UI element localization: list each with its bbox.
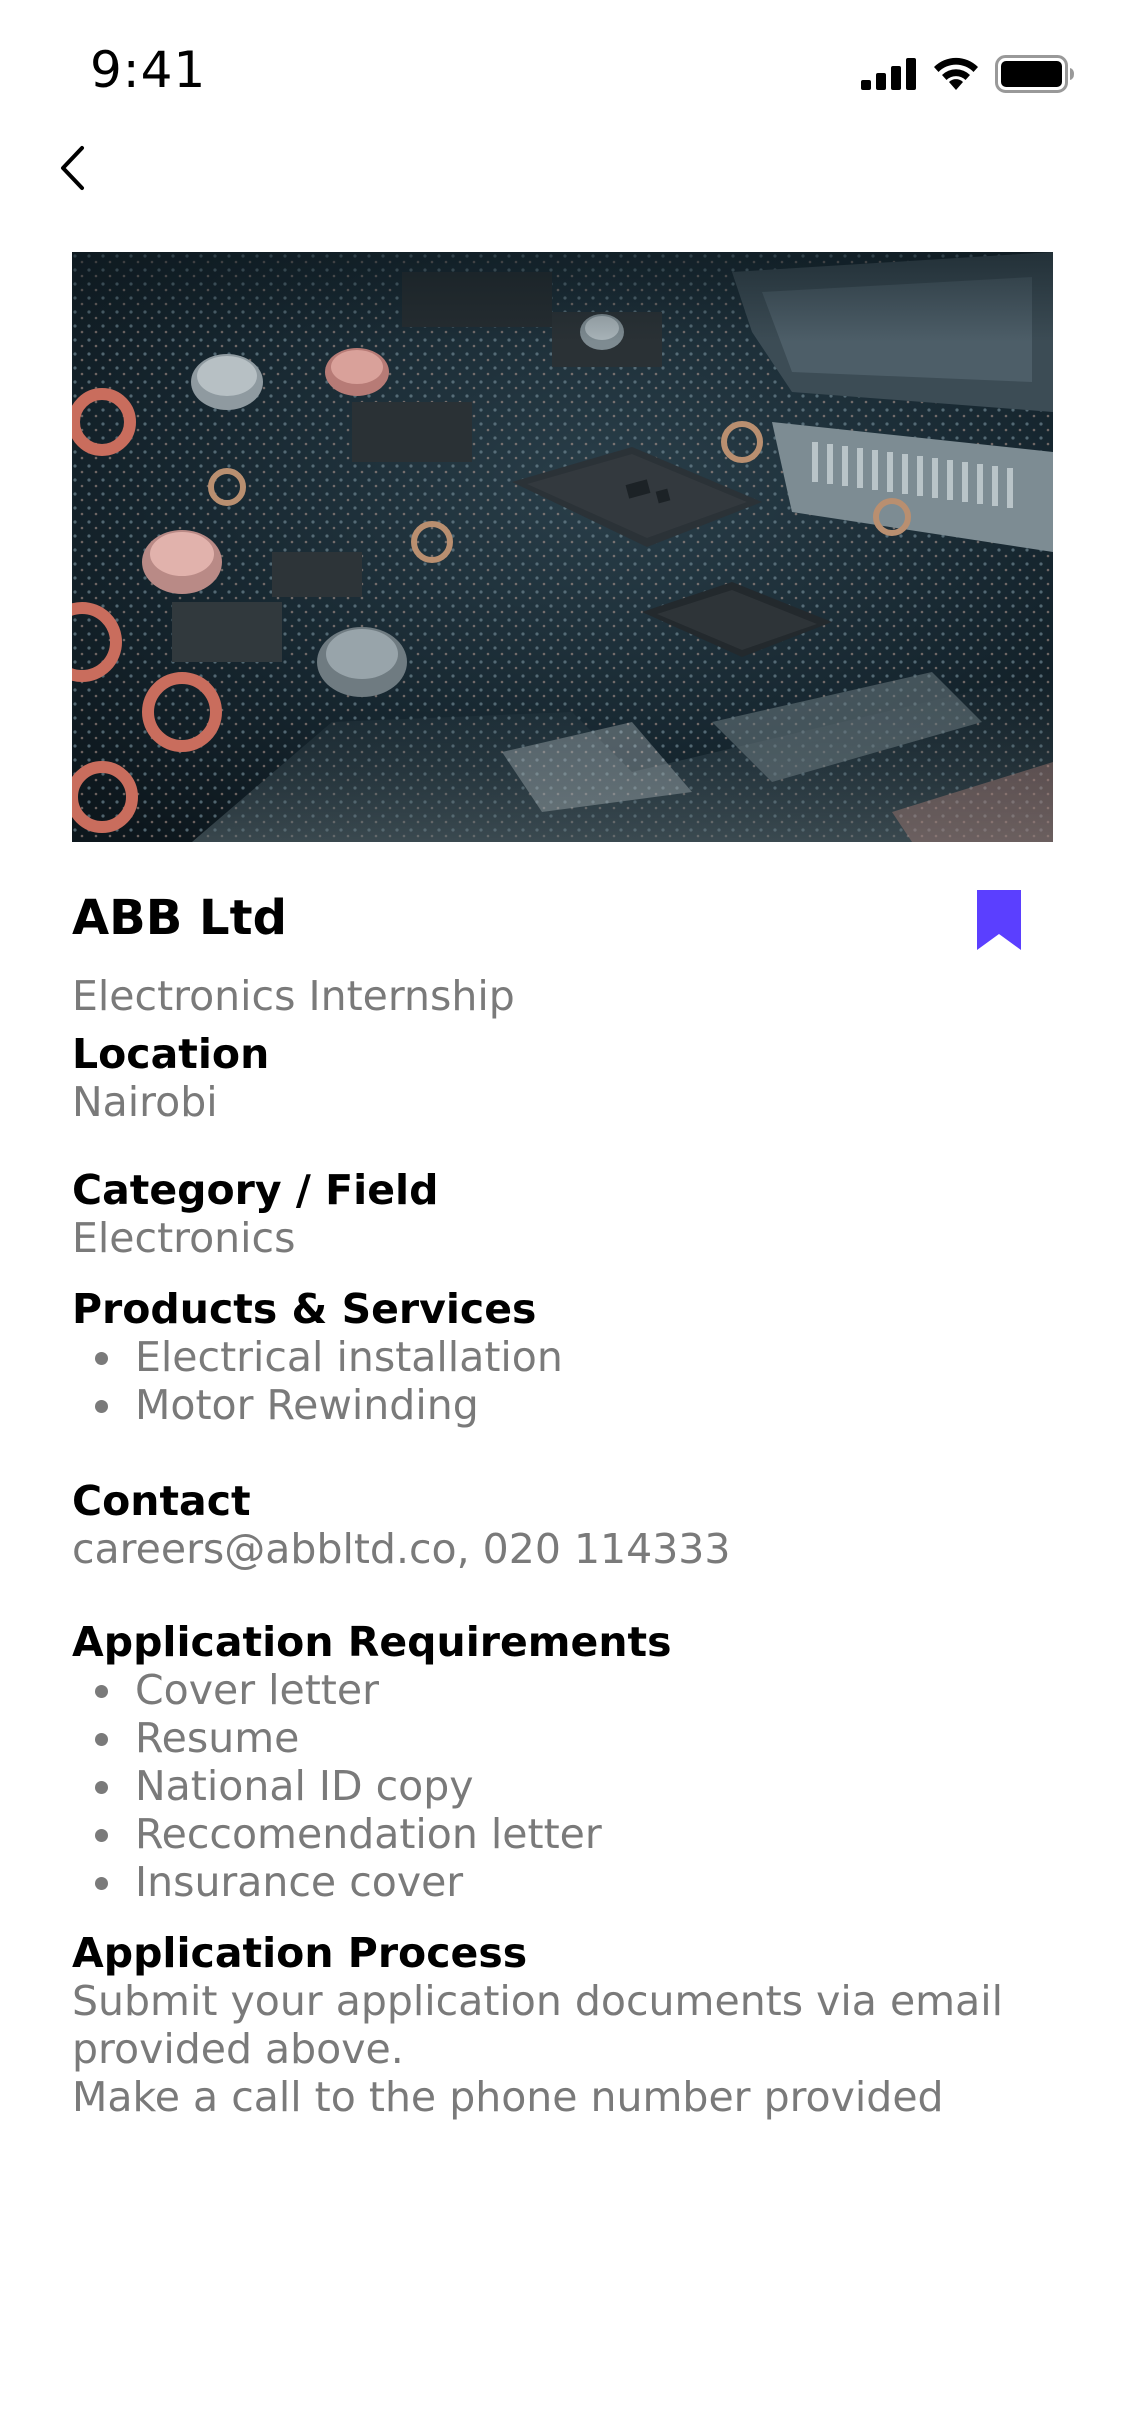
list-item: National ID copy — [95, 1762, 1053, 1810]
bookmark-icon — [977, 890, 1021, 954]
contact-section: Contact careers@abbltd.co, 020 114333 — [72, 1477, 1053, 1573]
products-list: Electrical installation Motor Rewinding — [72, 1333, 1053, 1429]
process-line: Submit your application documents via em… — [72, 1977, 1004, 2025]
category-value: Electronics — [72, 1214, 296, 1262]
requirements-section: Application Requirements Cover letter Re… — [72, 1618, 1053, 1906]
list-item: Reccomendation letter — [95, 1810, 1053, 1858]
process-section: Application Process Submit your applicat… — [72, 1929, 1053, 2121]
status-time: 9:41 — [90, 41, 207, 99]
list-item: Electrical installation — [95, 1333, 1053, 1381]
bookmark-button[interactable] — [977, 890, 1021, 950]
location-value: Nairobi — [72, 1078, 218, 1126]
contact-title: Contact — [72, 1477, 251, 1525]
process-line: provided above. — [72, 2025, 404, 2073]
category-title: Category / Field — [72, 1166, 439, 1214]
status-icons — [861, 55, 1075, 97]
process-line: Make a call to the phone number provided — [72, 2073, 944, 2121]
signal-icon — [861, 58, 917, 94]
company-name: ABB Ltd — [72, 890, 287, 946]
chevron-left-icon — [58, 145, 88, 195]
products-section: Products & Services Electrical installat… — [72, 1285, 1053, 1429]
list-item: Motor Rewinding — [95, 1381, 1053, 1429]
requirements-list: Cover letter Resume National ID copy Rec… — [72, 1666, 1053, 1906]
internship-role: Electronics Internship — [72, 972, 515, 1020]
contact-value[interactable]: careers@abbltd.co, 020 114333 — [72, 1525, 1053, 1573]
list-item: Resume — [95, 1714, 1053, 1762]
status-bar: 9:41 — [0, 0, 1125, 140]
location-title: Location — [72, 1030, 270, 1078]
wifi-icon — [931, 56, 981, 96]
requirements-title: Application Requirements — [72, 1618, 672, 1666]
back-button[interactable] — [48, 140, 98, 200]
location-section: Location Nairobi — [72, 1030, 1053, 1126]
list-item: Insurance cover — [95, 1858, 1053, 1906]
hero-image — [72, 252, 1053, 842]
battery-icon — [995, 55, 1075, 97]
list-item: Cover letter — [95, 1666, 1053, 1714]
products-title: Products & Services — [72, 1285, 537, 1333]
category-section: Category / Field Electronics — [72, 1166, 1053, 1262]
process-title: Application Process — [72, 1929, 528, 1977]
